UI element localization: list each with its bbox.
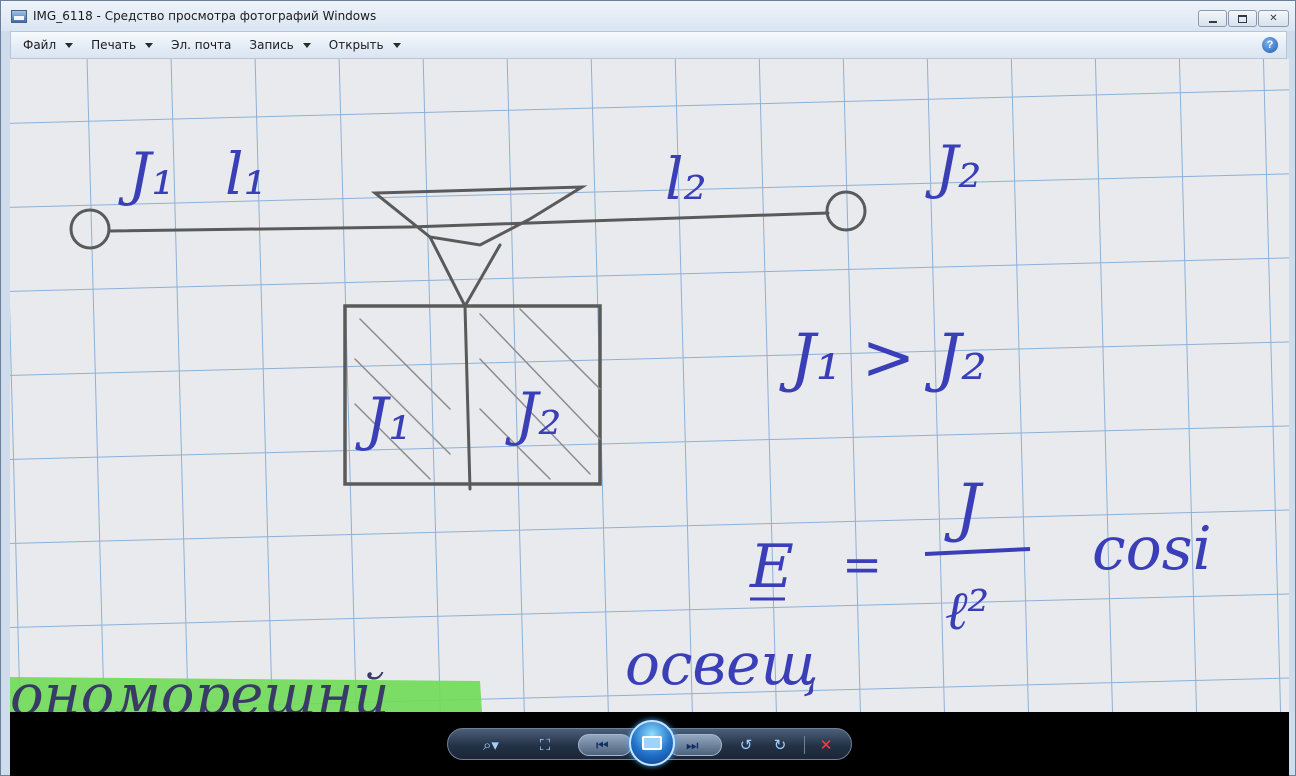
close-button[interactable]: ✕ [1258, 10, 1289, 27]
formula-den: ℓ² [945, 579, 989, 642]
chevron-down-icon [302, 42, 311, 48]
rotate-counterclockwise-icon: ↺ [739, 736, 753, 754]
previous-button[interactable]: ⏮ [578, 734, 632, 756]
zoom-button[interactable]: ⌕▾ [474, 735, 508, 755]
rotate-clockwise-icon: ↻ [773, 736, 787, 754]
chevron-down-icon [65, 42, 74, 48]
chevron-down-icon [392, 42, 401, 48]
restore-icon [1238, 14, 1247, 23]
minimize-icon [1208, 20, 1217, 23]
photo-image: J₁ l₁ l₂ J₂ J₁ J₂ J₁ > J₂ E = J ℓ² cosi … [10, 59, 1289, 712]
photo-viewer-window: IMG_6118 - Средство просмотра фотографий… [0, 0, 1296, 776]
formula-eq: = [842, 537, 882, 593]
menu-open[interactable]: Открыть [317, 34, 407, 56]
menu-email[interactable]: Эл. почта [159, 34, 237, 56]
caption-buttons: ✕ [1198, 10, 1289, 27]
menu-bar: Файл Печать Эл. почта Запись Открыть ? [10, 31, 1287, 59]
label-l1: l₁ [225, 140, 267, 208]
rotate-clockwise-button[interactable]: ↻ [769, 735, 791, 755]
label-l2: l₂ [665, 145, 707, 213]
title-bar: IMG_6118 - Средство просмотра фотографий… [1, 1, 1295, 31]
menu-file[interactable]: Файл [11, 34, 79, 56]
next-icon: ⏭ [686, 737, 699, 753]
playback-control-bar: ⌕▾ ⛶ ⏮ ⏭ ↺ ↻ ✕ [10, 712, 1289, 776]
help-icon[interactable]: ? [1262, 37, 1278, 53]
formula-tail: cosi [1092, 514, 1212, 584]
menu-burn[interactable]: Запись [237, 34, 316, 56]
chevron-down-icon [145, 42, 154, 48]
fit-to-window-icon: ⛶ [539, 736, 551, 754]
restore-button[interactable] [1228, 10, 1257, 27]
close-icon: ✕ [1269, 12, 1278, 24]
minimize-button[interactable] [1198, 10, 1227, 27]
window-title: IMG_6118 - Средство просмотра фотографий… [33, 9, 377, 23]
menu-print[interactable]: Печать [79, 34, 159, 56]
fit-to-window-button[interactable]: ⛶ [534, 735, 556, 755]
delete-button[interactable]: ✕ [815, 735, 837, 755]
rotate-counterclockwise-button[interactable]: ↺ [735, 735, 757, 755]
menu-open-label: Открыть [328, 38, 384, 52]
zoom-icon: ⌕▾ [483, 736, 499, 754]
word-bottom: освещ [625, 630, 819, 698]
formula-lhs: E [749, 532, 794, 602]
inequality: J₁ > J₂ [779, 321, 987, 395]
menu-file-label: Файл [23, 38, 57, 52]
previous-icon: ⏮ [596, 737, 609, 753]
next-button[interactable]: ⏭ [668, 734, 722, 756]
menu-email-label: Эл. почта [171, 38, 232, 52]
separator [804, 736, 805, 754]
menu-burn-label: Запись [249, 38, 294, 52]
highlighted-word: ономорешнй [10, 663, 389, 712]
delete-icon: ✕ [819, 736, 833, 754]
slideshow-button[interactable] [629, 720, 675, 766]
menu-print-label: Печать [91, 38, 137, 52]
app-icon [11, 9, 27, 23]
photo-canvas: J₁ l₁ l₂ J₂ J₁ J₂ J₁ > J₂ E = J ℓ² cosi … [10, 59, 1289, 712]
slideshow-icon [642, 736, 662, 750]
